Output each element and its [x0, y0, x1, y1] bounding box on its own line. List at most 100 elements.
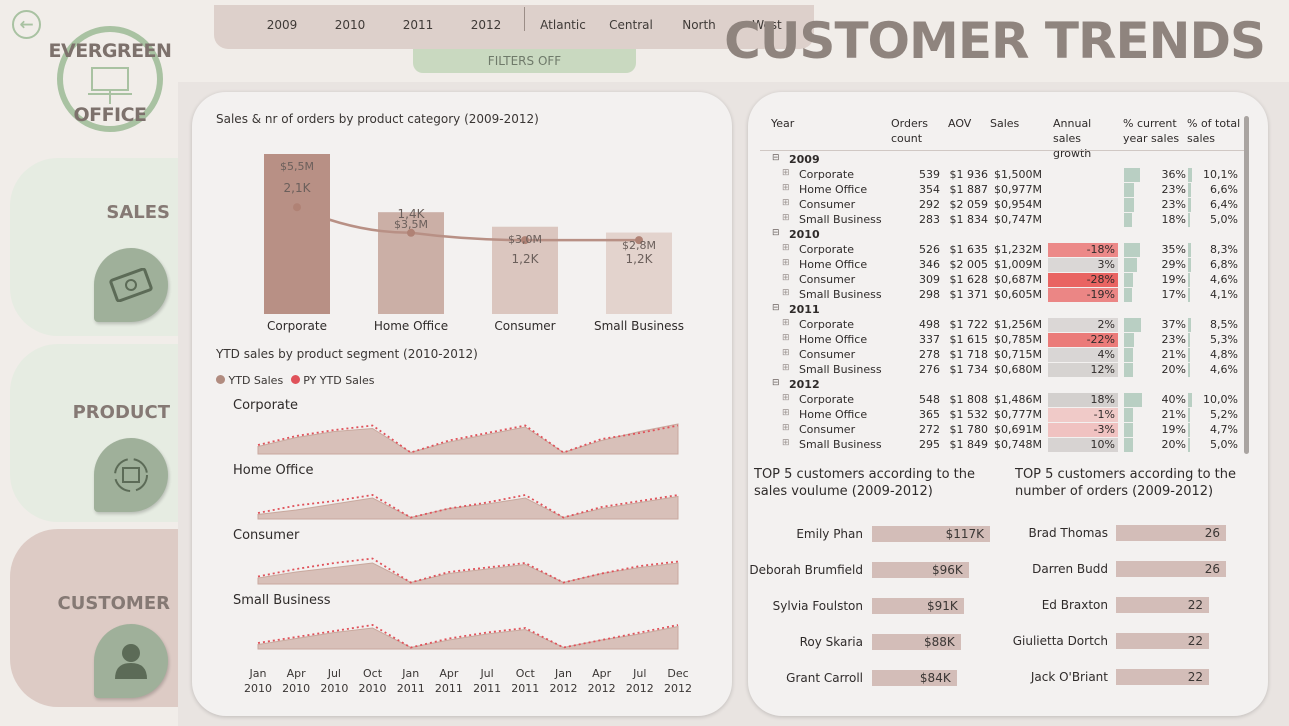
bar-sales-label: $2,8M: [622, 238, 656, 252]
ytd-area[interactable]: [257, 423, 679, 455]
expand-icon[interactable]: ⊞: [782, 288, 790, 298]
table-row[interactable]: ⊞ Small Business 276 $1 734 $0,680M 12% 20% 4,6…: [770, 363, 1240, 378]
table-scrollbar[interactable]: [1244, 116, 1249, 454]
year-label: 2010: [789, 228, 820, 241]
table-year-row[interactable]: ⊟ 2010: [770, 228, 1240, 243]
cy-bar: [1124, 183, 1135, 197]
expand-icon[interactable]: ⊞: [782, 168, 790, 178]
top-sales-bar[interactable]: $91K: [872, 598, 964, 614]
top-orders-name: Ed Braxton: [1041, 598, 1108, 612]
nav-sales[interactable]: SALES: [10, 158, 178, 336]
top-sales-name: Grant Carroll: [786, 671, 863, 685]
expand-icon[interactable]: ⊞: [782, 393, 790, 403]
table-row[interactable]: ⊞ Consumer 278 $1 718 $0,715M 4% 21% 4,8%: [770, 348, 1240, 363]
col-year[interactable]: Year: [771, 116, 794, 131]
filter-year-2011[interactable]: 2011: [388, 18, 448, 32]
top-sales-bar[interactable]: $96K: [872, 562, 969, 578]
cell-cy: 20%: [1161, 438, 1186, 451]
top-orders-bar[interactable]: 26: [1116, 525, 1226, 541]
expand-icon[interactable]: ⊞: [782, 333, 790, 343]
expand-icon[interactable]: ⊞: [782, 423, 790, 433]
expand-icon[interactable]: ⊞: [782, 438, 790, 448]
table-row[interactable]: ⊞ Small Business 283 $1 834 $0,747M 18% 5,0%: [770, 213, 1240, 228]
filter-region-central[interactable]: Central: [601, 18, 661, 32]
col-aov[interactable]: AOV: [948, 116, 971, 131]
table-row[interactable]: ⊞ Small Business 298 $1 371 $0,605M -19% 17% 4,…: [770, 288, 1240, 303]
col-total[interactable]: % of total sales: [1187, 116, 1243, 146]
cell-cy: 29%: [1161, 258, 1186, 271]
expand-icon[interactable]: ⊞: [782, 318, 790, 328]
table-row[interactable]: ⊞ Corporate 539 $1 936 $1,500M 36% 10,1%: [770, 168, 1240, 183]
cell-sales: $1,009M: [994, 258, 1042, 271]
month-tick: Jul 2011: [473, 667, 502, 695]
table-row[interactable]: ⊞ Home Office 346 $2 005 $1,009M 3% 29% 6,8%: [770, 258, 1240, 273]
table-row[interactable]: ⊞ Home Office 337 $1 615 $0,785M -22% 23% 5,3%: [770, 333, 1240, 348]
cell-cy: 19%: [1161, 423, 1186, 436]
table-year-row[interactable]: ⊟ 2011: [770, 303, 1240, 318]
collapse-icon[interactable]: ⊟: [772, 228, 780, 238]
expand-icon[interactable]: ⊞: [782, 213, 790, 223]
filters-off-button[interactable]: FILTERS OFF: [413, 49, 636, 73]
ytd-area[interactable]: [257, 495, 679, 520]
expand-icon[interactable]: ⊞: [782, 273, 790, 283]
cy-bar: [1124, 243, 1140, 257]
expand-icon[interactable]: ⊞: [782, 183, 790, 193]
cell-orders: 276: [919, 363, 940, 376]
collapse-icon[interactable]: ⊟: [772, 303, 780, 313]
cell-total: 5,3%: [1210, 333, 1238, 346]
collapse-icon[interactable]: ⊟: [772, 378, 780, 388]
top-orders-bar[interactable]: 26: [1116, 561, 1226, 577]
table-row[interactable]: ⊞ Consumer 292 $2 059 $0,954M 23% 6,4%: [770, 198, 1240, 213]
collapse-icon[interactable]: ⊟: [772, 153, 780, 163]
table-row[interactable]: ⊞ Corporate 498 $1 722 $1,256M 2% 37% 8,5%: [770, 318, 1240, 333]
col-cy[interactable]: % current year sales: [1123, 116, 1183, 146]
cell-growth: -19%: [1048, 288, 1118, 302]
table-year-row[interactable]: ⊟ 2012: [770, 378, 1240, 393]
top-sales-bar[interactable]: $88K: [872, 634, 961, 650]
table-row[interactable]: ⊞ Home Office 365 $1 532 $0,777M -1% 21% 5,2%: [770, 408, 1240, 423]
ytd-chart-2: [257, 557, 679, 585]
table-row[interactable]: ⊞ Corporate 526 $1 635 $1,232M -18% 35% 8,3%: [770, 243, 1240, 258]
table-row[interactable]: ⊞ Consumer 272 $1 780 $0,691M -3% 19% 4,7%: [770, 423, 1240, 438]
table-row[interactable]: ⊞ Small Business 295 $1 849 $0,748M 10% 20% 5,0…: [770, 438, 1240, 453]
bar-corporate[interactable]: [264, 154, 330, 314]
ytd-area[interactable]: [257, 562, 679, 585]
expand-icon[interactable]: ⊞: [782, 198, 790, 208]
filter-year-2010[interactable]: 2010: [320, 18, 380, 32]
category-label: Consumer: [494, 319, 556, 333]
nav-customer[interactable]: CUSTOMER: [10, 529, 178, 707]
cell-growth: -1%: [1048, 408, 1118, 422]
year-label: 2009: [789, 153, 820, 166]
cell-cy: 21%: [1161, 348, 1186, 361]
filter-year-2012[interactable]: 2012: [456, 18, 516, 32]
expand-icon[interactable]: ⊞: [782, 258, 790, 268]
top-orders-bar[interactable]: 22: [1116, 633, 1210, 649]
nav-product[interactable]: PRODUCT: [10, 344, 178, 522]
filter-year-2009[interactable]: 2009: [252, 18, 312, 32]
table-row[interactable]: ⊞ Consumer 309 $1 628 $0,687M -28% 19% 4,6%: [770, 273, 1240, 288]
cy-bar: [1124, 213, 1133, 227]
expand-icon[interactable]: ⊞: [782, 243, 790, 253]
table-row[interactable]: ⊞ Corporate 548 $1 808 $1,486M 18% 40% 10,0%: [770, 393, 1240, 408]
col-orders[interactable]: Orders count: [891, 116, 941, 146]
cell-growth: -28%: [1048, 273, 1118, 287]
expand-icon[interactable]: ⊞: [782, 408, 790, 418]
expand-icon[interactable]: ⊞: [782, 348, 790, 358]
top-sales-bar[interactable]: $84K: [872, 670, 957, 686]
filter-region-north[interactable]: North: [669, 18, 729, 32]
table-row[interactable]: ⊞ Home Office 354 $1 887 $0,977M 23% 6,6%: [770, 183, 1240, 198]
bar-orders-label: 2,1K: [283, 181, 311, 196]
arrow-left-icon[interactable]: ←: [12, 10, 41, 39]
cell-total: 8,3%: [1210, 243, 1238, 256]
col-sales[interactable]: Sales: [990, 116, 1019, 131]
orders-point[interactable]: [293, 203, 301, 212]
top-orders-bar[interactable]: 22: [1116, 597, 1210, 613]
top-sales-bar[interactable]: $117K: [872, 526, 990, 542]
brand-line2: OFFICE: [73, 104, 147, 126]
ytd-legend: YTD Sales PY YTD Sales: [216, 374, 374, 387]
expand-icon[interactable]: ⊞: [782, 363, 790, 373]
table-year-row[interactable]: ⊟ 2009: [770, 153, 1240, 168]
filter-region-atlantic[interactable]: Atlantic: [533, 18, 593, 32]
cell-growth: 3%: [1048, 258, 1118, 272]
top-orders-bar[interactable]: 22: [1116, 669, 1210, 685]
